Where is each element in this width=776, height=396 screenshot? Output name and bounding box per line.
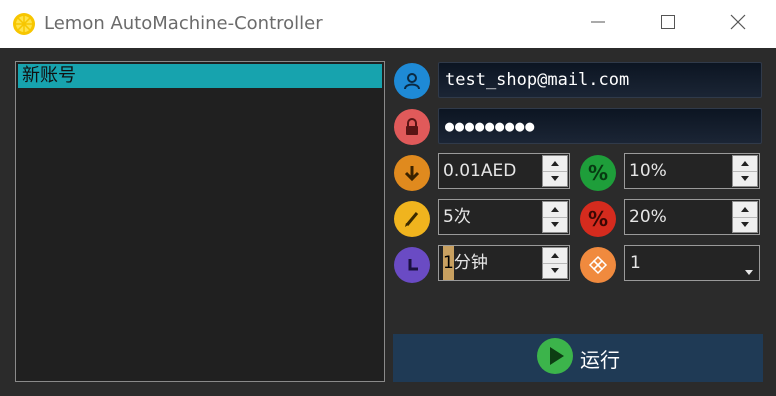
password-value: ●●●●●●●●● — [445, 117, 536, 135]
amount-increment-button[interactable] — [543, 156, 567, 172]
close-button[interactable] — [703, 0, 773, 48]
lock-icon — [394, 109, 430, 145]
percent1-spinbox[interactable]: 10% — [624, 153, 760, 189]
run-button-label: 运行 — [580, 347, 620, 372]
minimize-button[interactable] — [563, 0, 633, 48]
count-value: 5次 — [443, 207, 471, 227]
count-increment-button[interactable] — [543, 202, 567, 218]
chevron-down-icon — [745, 260, 753, 279]
interval-value: 1分钟 — [443, 246, 488, 280]
interval-unit: 分钟 — [453, 253, 488, 273]
percent1-increment-button[interactable] — [733, 156, 757, 172]
minimize-icon — [590, 14, 606, 34]
lemon-icon — [12, 12, 36, 36]
count-spin-buttons — [542, 201, 568, 233]
password-field[interactable]: ●●●●●●●●● — [438, 108, 762, 144]
arrow-down-icon — [394, 155, 430, 191]
percent2-spin-buttons — [732, 201, 758, 233]
user-icon — [394, 63, 430, 99]
maximize-button[interactable] — [633, 0, 703, 48]
percent1-value: 10% — [629, 161, 667, 181]
clock-icon — [394, 247, 430, 283]
amount-spinbox[interactable]: 0.01AED — [438, 153, 570, 189]
maximize-icon — [660, 14, 676, 34]
account-list[interactable]: 新账号 — [15, 61, 385, 382]
percent1-decrement-button[interactable] — [733, 171, 757, 186]
threads-select[interactable]: 1 — [624, 245, 760, 281]
interval-spinbox[interactable]: 1分钟 — [438, 245, 570, 281]
count-spinbox[interactable]: 5次 — [438, 199, 570, 235]
interval-spin-buttons — [542, 247, 568, 279]
amount-decrement-button[interactable] — [543, 171, 567, 186]
window-title: Lemon AutoMachine-Controller — [44, 13, 323, 34]
amount-spin-buttons — [542, 155, 568, 187]
percent-icon: % — [580, 201, 616, 237]
percent-icon: % — [580, 155, 616, 191]
percent1-spin-buttons — [732, 155, 758, 187]
interval-increment-button[interactable] — [543, 248, 567, 264]
play-icon — [536, 337, 574, 379]
account-item-label: 新账号 — [22, 65, 76, 86]
count-decrement-button[interactable] — [543, 217, 567, 232]
amount-value: 0.01AED — [443, 161, 517, 181]
threads-value: 1 — [630, 253, 641, 273]
close-icon — [730, 14, 746, 34]
interval-selected-char: 1 — [443, 246, 454, 280]
percent2-value: 20% — [629, 207, 667, 227]
pencil-icon — [394, 201, 430, 237]
username-field[interactable]: test_shop@mail.com — [438, 62, 762, 98]
title-bar: Lemon AutoMachine-Controller — [0, 0, 776, 48]
percent2-decrement-button[interactable] — [733, 217, 757, 232]
account-list-item[interactable]: 新账号 — [18, 64, 382, 88]
percent2-spinbox[interactable]: 20% — [624, 199, 760, 235]
app-window: Lemon AutoMachine-Controller 新账号 test_sh… — [0, 0, 776, 396]
interval-decrement-button[interactable] — [543, 263, 567, 278]
username-value: test_shop@mail.com — [445, 70, 630, 90]
diamond-icon — [580, 247, 616, 283]
run-button[interactable]: 运行 — [393, 334, 763, 382]
percent2-increment-button[interactable] — [733, 202, 757, 218]
